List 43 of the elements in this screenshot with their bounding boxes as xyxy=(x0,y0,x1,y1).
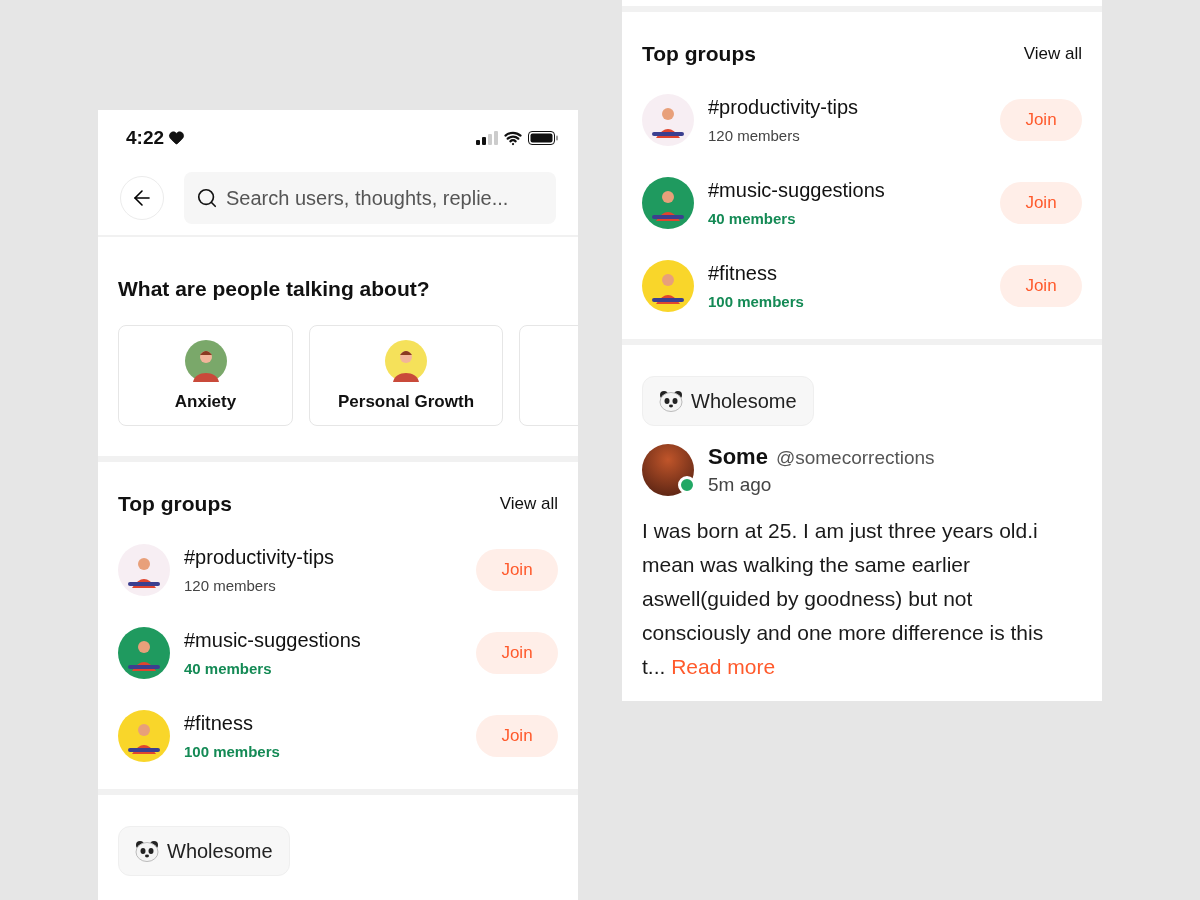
member-count: 40 members xyxy=(708,209,797,227)
group-name: #music-suggestions xyxy=(184,628,362,652)
join-button[interactable]: Join xyxy=(476,714,558,757)
section-title: Top groups xyxy=(118,492,232,516)
member-count: 120 members xyxy=(708,126,801,144)
search-icon xyxy=(196,187,218,209)
author-handle: @somecorrections xyxy=(775,447,935,469)
section-title: Top groups xyxy=(642,42,756,66)
member-count: 100 members xyxy=(184,742,281,760)
group-name: #fitness xyxy=(708,261,778,285)
join-button[interactable]: Join xyxy=(476,548,558,591)
join-button[interactable]: Join xyxy=(1000,264,1082,307)
read-more-link[interactable]: Read more xyxy=(671,655,776,678)
search-field[interactable]: Search users, thoughts, replie... xyxy=(184,172,556,224)
group-name: #fitness xyxy=(184,711,254,735)
post-time: 5m ago xyxy=(708,474,773,496)
join-button[interactable]: Join xyxy=(1000,98,1082,141)
heart-icon xyxy=(168,129,186,146)
member-count: 100 members xyxy=(708,292,805,310)
topic-card[interactable]: Anxiety xyxy=(118,325,293,426)
view-all-link[interactable]: View all xyxy=(499,494,558,514)
back-button[interactable] xyxy=(120,176,164,220)
person-avatar-icon xyxy=(184,339,227,382)
join-button[interactable]: Join xyxy=(476,631,558,674)
join-button[interactable]: Join xyxy=(1000,181,1082,224)
section-title: What are people talking about? xyxy=(118,277,431,301)
panda-icon xyxy=(135,840,159,862)
panda-icon xyxy=(659,390,683,412)
person-avatar-icon xyxy=(385,339,427,382)
category-tag[interactable]: Wholesome xyxy=(642,376,814,426)
member-count: 40 members xyxy=(184,659,273,677)
group-name: #productivity-tips xyxy=(184,545,336,569)
group-name: #productivity-tips xyxy=(708,95,860,119)
view-all-link[interactable]: View all xyxy=(1023,44,1082,64)
member-count: 120 members xyxy=(184,576,277,594)
category-tag[interactable]: Wholesome xyxy=(118,826,290,876)
topic-card[interactable]: Personal Growth xyxy=(309,325,504,426)
signal-icon xyxy=(476,130,498,145)
post-text: I was born at 25. I am just three years old.i mean was walking the same earlier aswell(guided by goodness) but not consciously and one more difference is this t... Read more xyxy=(642,518,1045,680)
author-name: Some xyxy=(708,444,768,470)
group-name: #music-suggestions xyxy=(708,178,886,202)
status-time: 4:22 xyxy=(126,126,165,149)
battery-icon xyxy=(528,130,558,145)
